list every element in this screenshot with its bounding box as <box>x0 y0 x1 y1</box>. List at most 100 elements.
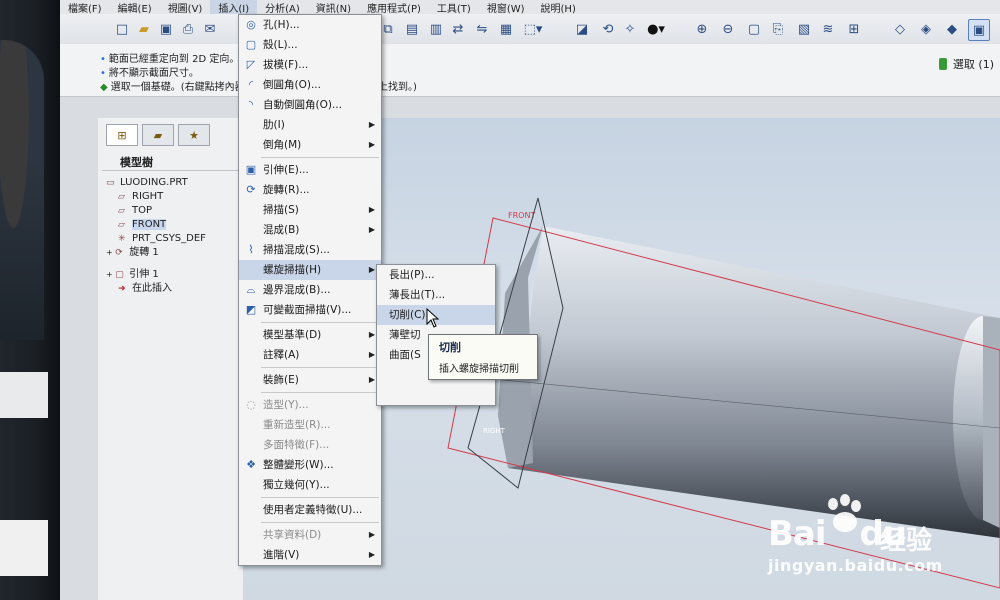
regen-manager-icon[interactable]: ⇋ <box>472 19 492 39</box>
hidden-line-icon[interactable]: ◈ <box>916 19 936 39</box>
menu-item-variable-sweep[interactable]: ◩ 可變截面掃描(V)... <box>239 300 381 320</box>
menu-item-independent-geometry[interactable]: 獨立幾何(Y)... <box>239 475 381 495</box>
background-person <box>0 40 44 340</box>
part-icon: ▭ <box>106 178 115 188</box>
menu-analysis[interactable]: 分析(A) <box>257 0 308 15</box>
menu-edit[interactable]: 編輯(E) <box>110 0 160 15</box>
message-line: • 範面已經重定向到 2D 定向。 <box>100 54 240 65</box>
hole-icon: ◎ <box>246 18 256 31</box>
tree-node-extrude[interactable]: + ▢ 引伸 1 <box>106 268 206 282</box>
menu-item-facet-feature[interactable]: 多面特徵(F)... <box>239 435 381 455</box>
menu-separator <box>261 522 379 523</box>
extrude-icon: ▣ <box>245 163 257 176</box>
find-icon[interactable]: ▦ <box>496 19 516 39</box>
warp-icon: ❖ <box>246 458 256 471</box>
menu-item-swept-blend[interactable]: ⌇ 掃描混成(S)... <box>239 240 381 260</box>
view-manager-icon[interactable]: ⊞ <box>844 19 864 39</box>
menu-window[interactable]: 視窗(W) <box>479 0 533 15</box>
menu-applications[interactable]: 應用程式(P) <box>359 0 429 15</box>
tree-node-revolve[interactable]: + ⟳ 旋轉 1 <box>106 246 206 260</box>
menu-item-cosmetic[interactable]: 裝飾(E) ▶ <box>239 370 381 390</box>
menu-item-helical-sweep[interactable]: 螺旋掃描(H) ▶ <box>239 260 381 280</box>
model-tree: ▭ LUODING.PRT ▱ RIGHT ▱ TOP ▱ FRONT ✳ PRT_CSY… <box>106 176 206 296</box>
model-tree-title: 模型樹 <box>120 156 153 169</box>
refit-icon[interactable]: ▢ <box>744 19 764 39</box>
extrude-icon: ▢ <box>115 270 124 280</box>
menu-item-boundary-blend[interactable]: ⌓ 邊界混成(B)... <box>239 280 381 300</box>
menu-item-draft[interactable]: ◸ 拔模(F)... <box>239 55 381 75</box>
tooltip-description: 插入螺旋掃描切削 <box>439 364 519 375</box>
no-hidden-icon[interactable]: ◆ <box>942 19 962 39</box>
tree-node-csys[interactable]: ✳ PRT_CSYS_DEF <box>106 232 206 246</box>
menu-item-blend[interactable]: 混成(B) ▶ <box>239 220 381 240</box>
menu-item-model-datum[interactable]: 模型基準(D) ▶ <box>239 325 381 345</box>
menu-item-advanced[interactable]: 進階(V) ▶ <box>239 545 381 565</box>
sketch-icon[interactable]: ◪ <box>572 19 592 39</box>
shell-icon: ▢ <box>245 38 257 51</box>
submenu-item-protrusion[interactable]: 長出(P)... <box>377 265 495 285</box>
menu-tools[interactable]: 工具(T) <box>429 0 479 15</box>
menu-help[interactable]: 說明(H) <box>533 0 584 15</box>
reorient-icon[interactable]: ⎘ <box>768 19 788 39</box>
menu-item-revolve[interactable]: ⟳ 旋轉(R)... <box>239 180 381 200</box>
menu-item-shell[interactable]: ▢ 殼(L)... <box>239 35 381 55</box>
regenerate-icon[interactable]: ⇄ <box>448 19 468 39</box>
tree-node-front[interactable]: ▱ FRONT <box>106 218 206 232</box>
new-file-icon[interactable]: □ <box>112 19 132 39</box>
selection-filter-icon[interactable]: ⬚▾ <box>520 19 546 39</box>
insert-menu: ◎ 孔(H)... ▢ 殼(L)... ◸ 拔模(F)... ◜ 倒圓角(O)... ◝… <box>238 14 382 566</box>
boundary-blend-icon: ⌓ <box>246 283 256 296</box>
layers-icon[interactable]: ≋ <box>818 19 838 39</box>
submenu-arrow-icon: ▶ <box>368 530 375 539</box>
menu-item-extrude[interactable]: ▣ 引伸(E)... <box>239 160 381 180</box>
status-light-icon <box>938 58 947 70</box>
select-status[interactable]: 選取 (1) <box>938 56 994 72</box>
favorites-tab-icon[interactable]: ★ <box>178 124 210 146</box>
zoom-out-icon[interactable]: ⊖ <box>718 19 738 39</box>
menu-item-sweep[interactable]: 掃描(S) ▶ <box>239 200 381 220</box>
print-icon[interactable]: ⎙ <box>178 19 198 39</box>
spin-center-icon[interactable]: ⟲ <box>598 19 618 39</box>
menu-item-restyle[interactable]: 重新造型(R)... <box>239 415 381 435</box>
style-icon: ◌ <box>246 398 256 411</box>
tree-node-insert-here[interactable]: ➜ 在此插入 <box>106 282 206 296</box>
revolve-icon: ⟳ <box>246 183 256 196</box>
folder-browser-tab-icon[interactable]: ▰ <box>142 124 174 146</box>
menu-file[interactable]: 檔案(F) <box>60 0 110 15</box>
paste-icon[interactable]: ▤ <box>402 19 422 39</box>
paste-special-icon[interactable]: ▥ <box>426 19 446 39</box>
auto-round-icon: ◝ <box>248 98 254 111</box>
menu-item-shared-data[interactable]: 共享資料(D) ▶ <box>239 525 381 545</box>
appearance-icon[interactable]: ●▾ <box>646 19 666 39</box>
menu-item-round[interactable]: ◜ 倒圓角(O)... <box>239 75 381 95</box>
wireframe-icon[interactable]: ◇ <box>890 19 910 39</box>
menu-item-warp[interactable]: ❖ 整體變形(W)... <box>239 455 381 475</box>
datum-plane-icon: ▱ <box>118 206 125 216</box>
menu-item-rib[interactable]: 肋(I) ▶ <box>239 115 381 135</box>
model-tree-tab-icon[interactable]: ⊞ <box>106 124 138 146</box>
menu-separator <box>261 367 379 368</box>
submenu-item-thin-protrusion[interactable]: 薄長出(T)... <box>377 285 495 305</box>
submenu-arrow-icon: ▶ <box>368 225 375 234</box>
zoom-in-icon[interactable]: ⊕ <box>692 19 712 39</box>
menu-item-hole[interactable]: ◎ 孔(H)... <box>239 15 381 35</box>
save-icon[interactable]: ▣ <box>156 19 176 39</box>
menu-view[interactable]: 視圖(V) <box>160 0 211 15</box>
email-icon[interactable]: ✉ <box>200 19 220 39</box>
shading-icon[interactable]: ▣ <box>968 19 990 41</box>
menu-insert[interactable]: 插入(I) <box>210 0 258 15</box>
menu-item-chamfer[interactable]: 倒角(M) ▶ <box>239 135 381 155</box>
message-area: • 範面已經重定向到 2D 定向。 • 將不顯示截面尺寸。 ◆ 選取一個基礎。(右鍵點… <box>60 44 1000 97</box>
saved-views-icon[interactable]: ▧ <box>794 19 814 39</box>
tree-node-top[interactable]: ▱ TOP <box>106 204 206 218</box>
open-folder-icon[interactable]: ▰ <box>134 19 154 39</box>
spin-icon[interactable]: ✧ <box>620 19 640 39</box>
menu-item-auto-round[interactable]: ◝ 自動倒圓角(O)... <box>239 95 381 115</box>
menu-item-style[interactable]: ◌ 造型(Y)... <box>239 395 381 415</box>
menu-item-user-defined-feature[interactable]: 使用者定義特徵(U)... <box>239 500 381 520</box>
submenu-arrow-icon: ▶ <box>368 265 375 274</box>
menu-item-annotation[interactable]: 註釋(A) ▶ <box>239 345 381 365</box>
menu-info[interactable]: 資訊(N) <box>308 0 359 15</box>
tree-node-right[interactable]: ▱ RIGHT <box>106 190 206 204</box>
tree-node-part[interactable]: ▭ LUODING.PRT <box>106 176 206 190</box>
